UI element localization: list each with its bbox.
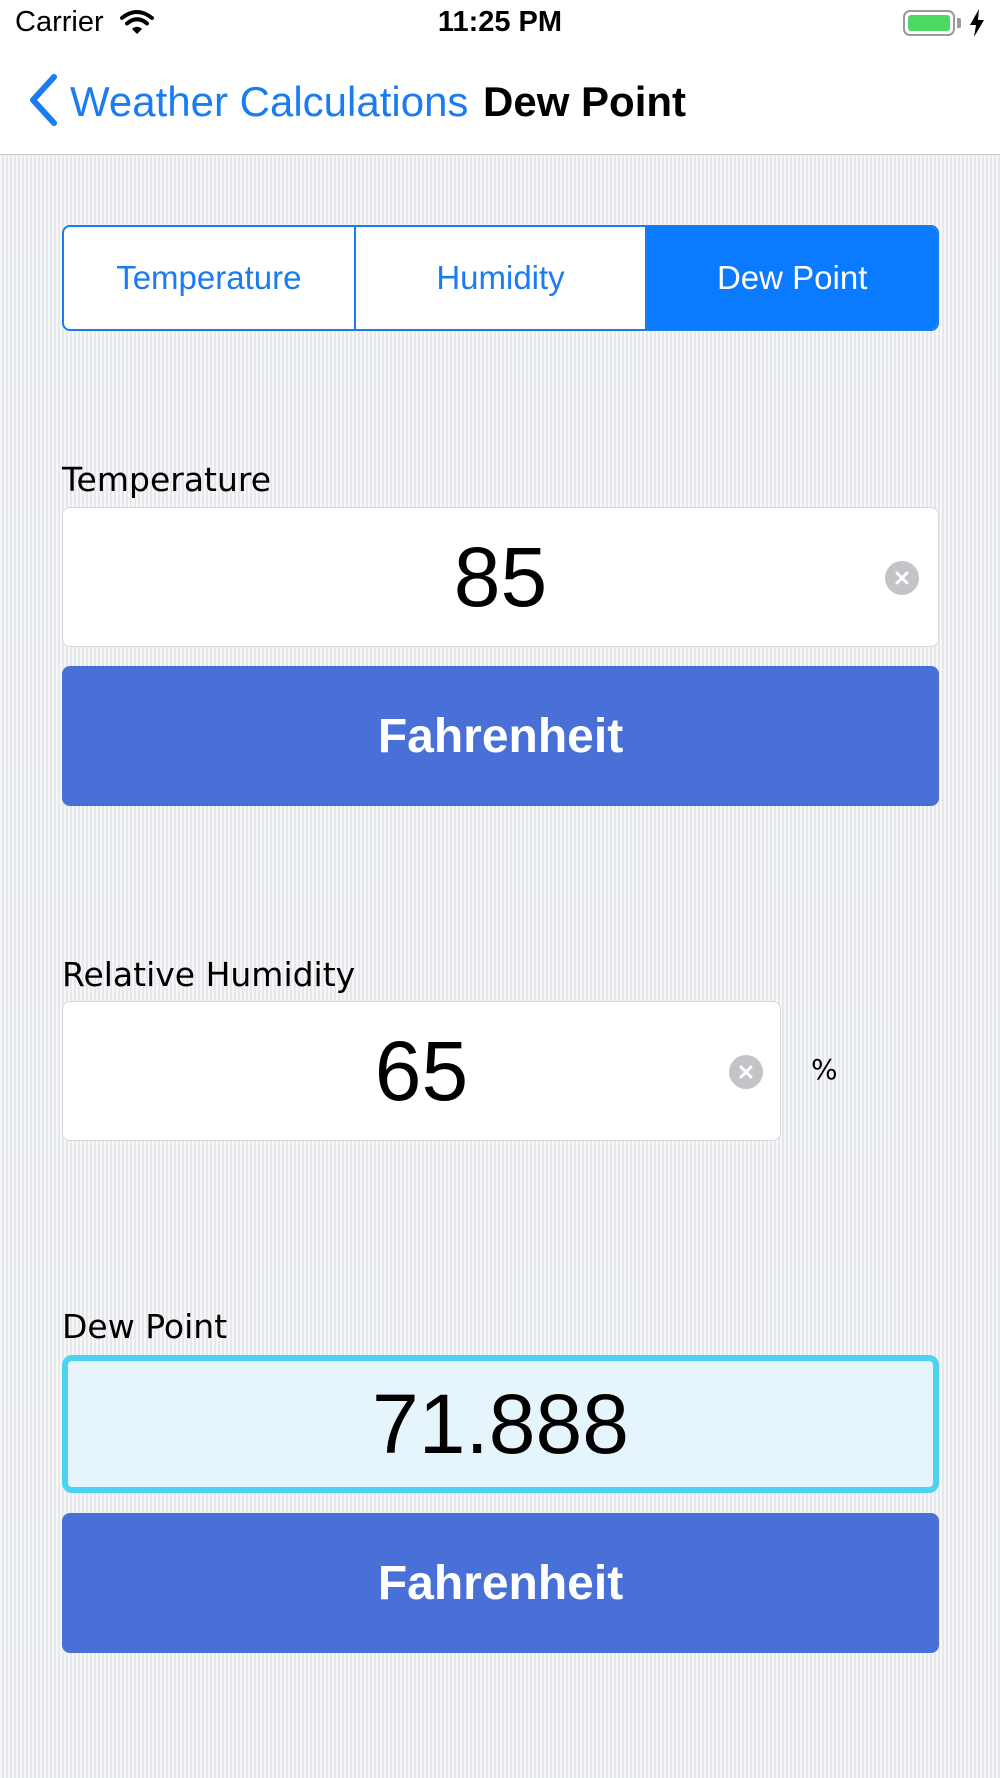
charging-bolt-icon [968, 8, 986, 43]
tab-temperature[interactable]: Temperature [64, 227, 356, 329]
humidity-value: 65 [374, 1023, 469, 1118]
battery-cap [957, 18, 961, 28]
humidity-unit-label: % [811, 1053, 838, 1086]
page-title: Dew Point [483, 78, 687, 125]
content-area: Temperature Humidity Dew Point Temperatu… [0, 155, 1000, 1778]
dew-point-label: Dew Point [62, 1307, 228, 1346]
humidity-label: Relative Humidity [62, 955, 356, 994]
clear-humidity-icon[interactable] [729, 1055, 763, 1089]
temperature-input[interactable]: 85 [62, 507, 939, 647]
tab-dew-point[interactable]: Dew Point [647, 227, 937, 329]
back-button-label: Weather Calculations [70, 78, 469, 125]
status-time: 11:25 PM [437, 6, 563, 38]
dew-point-result: 71.888 [62, 1355, 939, 1493]
back-button[interactable]: Weather Calculations [28, 73, 469, 131]
tab-humidity[interactable]: Humidity [356, 227, 648, 329]
calculation-segmented-control: Temperature Humidity Dew Point [62, 225, 939, 331]
temperature-value: 85 [453, 529, 548, 624]
chevron-left-icon [28, 73, 58, 131]
temperature-unit-button[interactable]: Fahrenheit [62, 666, 939, 806]
status-bar: Carrier 11:25 PM [0, 0, 1000, 50]
temperature-label: Temperature [62, 460, 272, 499]
humidity-input[interactable]: 65 [62, 1001, 781, 1141]
battery-icon [903, 10, 955, 36]
navigation-bar: Weather Calculations Dew Point [0, 50, 1000, 155]
dew-point-unit-button[interactable]: Fahrenheit [62, 1513, 939, 1653]
clear-temperature-icon[interactable] [885, 561, 919, 595]
